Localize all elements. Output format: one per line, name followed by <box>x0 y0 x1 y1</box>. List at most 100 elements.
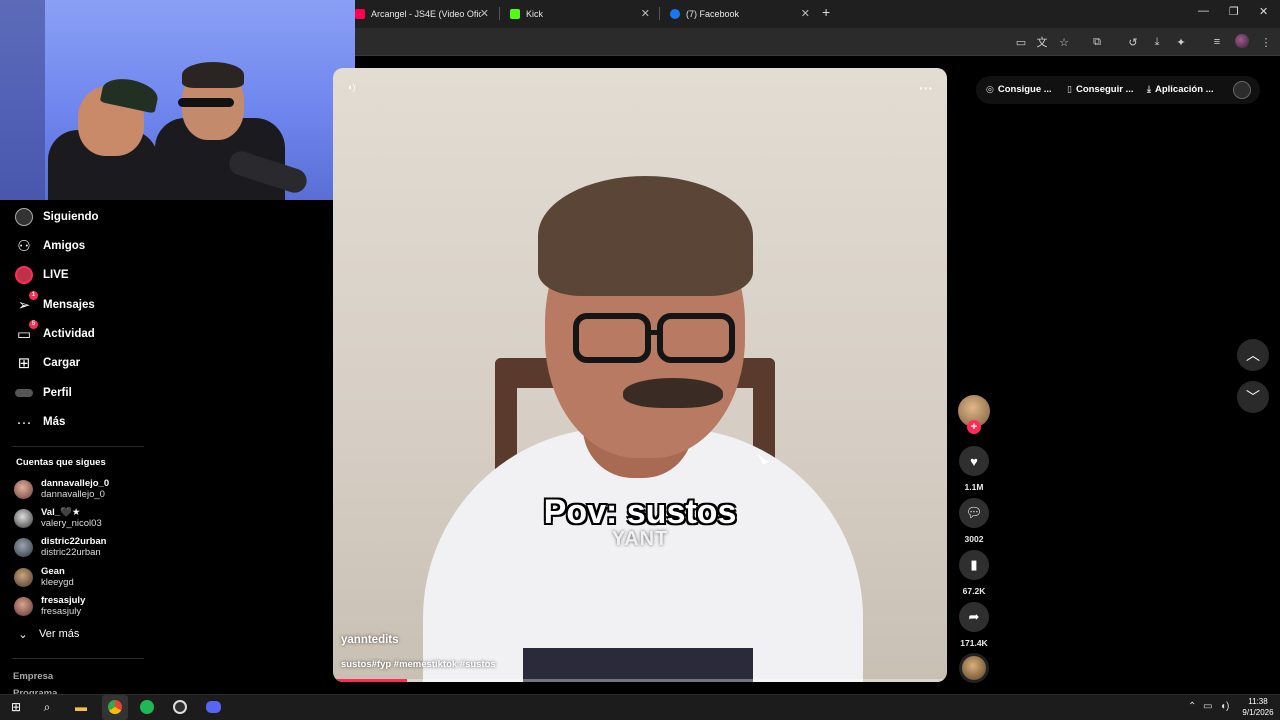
spotify-icon[interactable] <box>138 698 156 716</box>
see-more-label: Ver más <box>39 628 80 640</box>
save-button[interactable]: ▮ <box>959 550 989 580</box>
get-coins-link[interactable]: ◎ Consigue ... <box>986 84 1052 95</box>
followed-account[interactable]: distric22urban distric22urban <box>14 536 106 558</box>
account-name: dannavallejo_0 <box>41 478 110 489</box>
sidebar-item-upload[interactable]: ⊞ Cargar <box>14 352 80 374</box>
browser-profile-avatar[interactable] <box>1235 34 1249 48</box>
account-handle: dannavallejo_0 <box>41 489 105 500</box>
close-tab-icon[interactable]: ✕ <box>480 7 489 20</box>
followed-account[interactable]: Val_🖤★ valery_nicol03 <box>14 507 102 529</box>
pin-icon[interactable]: ✦ <box>1173 34 1189 50</box>
follow-plus-icon[interactable]: + <box>967 420 981 434</box>
avatar <box>14 508 33 528</box>
windows-start-icon[interactable]: ⊞ <box>7 698 25 716</box>
more-options-icon[interactable]: ··· <box>919 80 933 96</box>
search-icon[interactable]: ⌕ <box>38 698 56 716</box>
video-glasses-right <box>657 313 735 363</box>
sidebar-item-label: Actividad <box>43 328 95 340</box>
sound-disc-icon[interactable] <box>959 653 989 683</box>
sidebar-item-following[interactable]: Siguiendo <box>14 206 99 228</box>
minimize-icon[interactable]: — <box>1198 5 1209 17</box>
sidebar-item-friends[interactable]: ⚇ Amigos <box>14 235 85 257</box>
tab-kick[interactable]: Kick ✕ <box>500 2 658 26</box>
chevron-down-icon: ﹀ <box>1246 389 1260 405</box>
link-label: Consigue ... <box>997 84 1052 95</box>
video-author[interactable]: yanntedits <box>341 634 399 646</box>
discord-icon[interactable] <box>204 698 222 716</box>
video-mustache <box>623 378 723 408</box>
tab-facebook[interactable]: (7) Facebook ✕ <box>660 2 818 26</box>
chrome-icon[interactable] <box>106 698 124 716</box>
sidebar-item-profile[interactable]: Perfil <box>14 382 72 404</box>
bookmark-star-icon[interactable]: ☆ <box>1056 34 1072 50</box>
video-shirt-print <box>523 648 753 682</box>
comment-button[interactable]: 💬︎ <box>959 498 989 528</box>
webcam-background <box>0 0 45 200</box>
reading-list-icon[interactable]: ≡ <box>1209 34 1225 50</box>
comment-count: 3002 <box>964 534 984 544</box>
youtube-music-icon <box>355 9 365 19</box>
video-glasses-bridge <box>645 330 663 335</box>
person-right-hair <box>182 62 244 88</box>
followed-account[interactable]: Gean kleeygd <box>14 566 74 588</box>
sidebar-item-more[interactable]: ··· Más <box>14 411 66 433</box>
file-explorer-icon[interactable]: ▬ <box>72 698 90 716</box>
volume-icon[interactable]: ◖) <box>347 82 355 92</box>
account-handle: valery_nicol03 <box>41 518 102 529</box>
windows-taskbar <box>0 694 1280 720</box>
video-player[interactable]: Pov: sustos YANT ◖) ··· yanntedits susto… <box>333 68 947 682</box>
account-handle: kleeygd <box>41 577 74 588</box>
chevron-down-icon: ⌄ <box>18 628 28 641</box>
extensions-icon[interactable]: ⧉ <box>1089 34 1105 50</box>
close-tab-icon[interactable]: ✕ <box>641 7 650 20</box>
close-window-icon[interactable]: ✕ <box>1259 5 1268 18</box>
obs-icon[interactable] <box>171 698 189 716</box>
close-tab-icon[interactable]: ✕ <box>801 7 810 20</box>
save-count: 67.2K <box>962 586 986 596</box>
upload-icon: ⊞ <box>17 355 31 372</box>
profile-icon <box>14 383 34 403</box>
see-more-button[interactable]: ⌄ Ver más <box>16 623 79 645</box>
comment-icon: 💬︎ <box>965 505 983 520</box>
share-button[interactable]: ➦ <box>959 602 989 632</box>
sidebar-item-live[interactable]: LIVE <box>14 264 69 286</box>
taskbar-clock[interactable]: 11:38 9/1/2026 <box>1236 696 1280 718</box>
like-button[interactable]: ♥ <box>959 446 989 476</box>
sidebar-item-activity[interactable]: ▭ 5 Actividad <box>14 320 95 345</box>
footer-link-company[interactable]: Empresa <box>13 671 53 682</box>
sidebar-divider <box>12 658 144 659</box>
kebab-menu-icon[interactable]: ⋮ <box>1258 34 1274 50</box>
next-video-button[interactable]: ﹀ <box>1237 381 1269 413</box>
volume-tray-icon[interactable]: ◖) <box>1220 701 1229 712</box>
coin-icon: ◎ <box>986 84 994 94</box>
user-avatar[interactable] <box>1233 81 1251 99</box>
cast-icon[interactable]: ▭ <box>1013 34 1029 50</box>
history-icon[interactable]: ↺ <box>1125 34 1141 50</box>
video-watermark: YANT <box>611 528 669 550</box>
download-icon[interactable]: ⤓ <box>1149 34 1165 50</box>
webcam-overlay <box>0 0 355 200</box>
previous-video-button[interactable]: ︿ <box>1237 339 1269 371</box>
phone-icon: ▯ <box>1067 84 1072 94</box>
sidebar-item-messages[interactable]: ➢ 1 Mensajes <box>14 291 95 316</box>
account-handle: fresasjuly <box>41 606 82 617</box>
followed-account[interactable]: dannavallejo_0 dannavallejo_0 <box>14 478 109 500</box>
activity-badge: 5 <box>29 320 38 329</box>
get-app-link[interactable]: ▯ Conseguir ... <box>1067 84 1134 95</box>
sidebar-item-label: Cargar <box>43 357 81 369</box>
sidebar-item-label: Perfil <box>43 387 72 399</box>
kick-icon <box>510 9 520 19</box>
video-description: sustos#fyp #memestiktok #sustos <box>341 659 496 670</box>
followed-account[interactable]: fresasjuly fresasjuly <box>14 595 85 617</box>
restore-icon[interactable]: ❐ <box>1229 5 1239 18</box>
video-progress-bar[interactable] <box>333 679 947 682</box>
network-icon[interactable]: ▭ <box>1203 701 1212 712</box>
desktop-app-link[interactable]: ⤓ Aplicación ... <box>1147 84 1214 95</box>
tray-chevron-icon[interactable]: ⌃ <box>1188 701 1196 712</box>
video-caption-overlay: Pov: sustos <box>543 493 737 531</box>
tab-arcangel[interactable]: Arcangel - JS4E (Video Oficial) | ✕ <box>345 2 497 26</box>
video-glasses-left <box>573 313 651 363</box>
translate-icon[interactable]: 文 <box>1034 34 1050 50</box>
new-tab-button[interactable]: + <box>822 4 830 20</box>
sidebar-item-label: Siguiendo <box>43 211 99 223</box>
